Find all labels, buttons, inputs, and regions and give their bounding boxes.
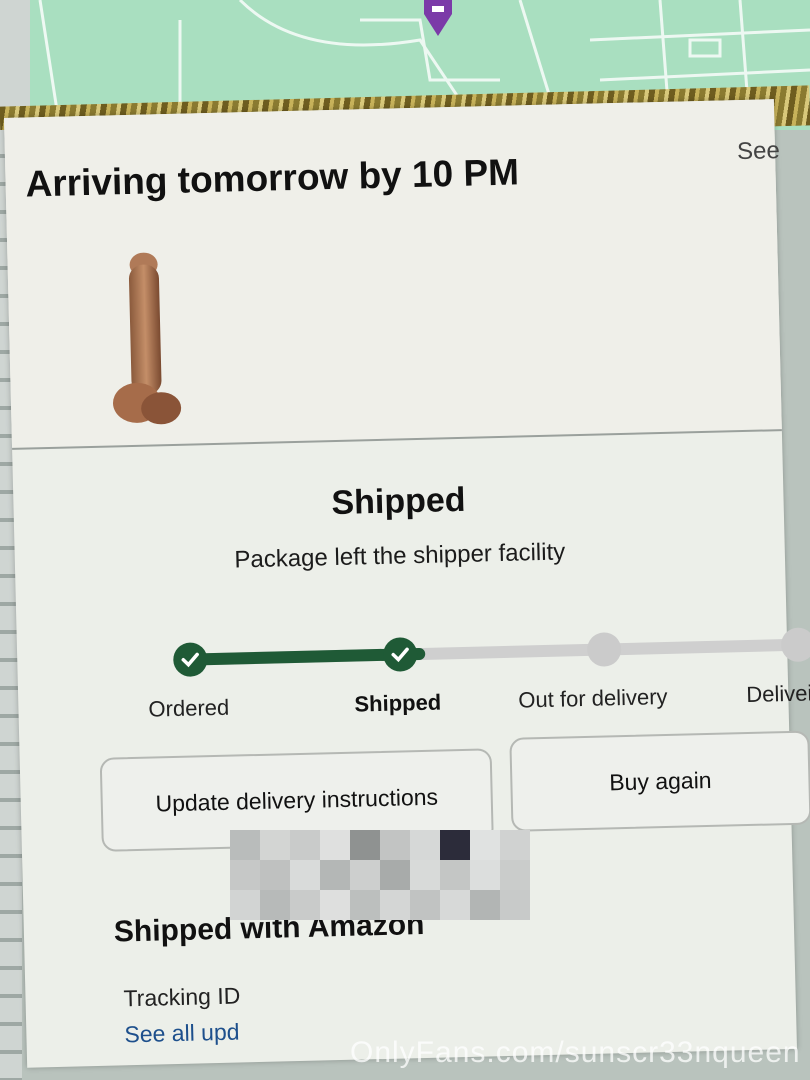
shipment-status-detail: Package left the shipper facility — [234, 538, 566, 574]
redacted-tracking-id — [230, 830, 560, 940]
step-label-shipped: Shipped — [354, 689, 442, 717]
see-all-updates-link[interactable]: See all upd — [124, 1019, 240, 1049]
see-details-link[interactable]: See — [737, 137, 780, 166]
delivery-progress-tracker — [172, 624, 810, 680]
step-label-ordered: Ordered — [148, 694, 230, 722]
step-label-delivered: Delivei — [746, 680, 810, 708]
step-node-ordered — [172, 642, 208, 678]
step-node-shipped — [382, 637, 418, 672]
tracking-id-label: Tracking ID — [123, 982, 241, 1012]
map-pin-icon[interactable] — [420, 0, 456, 40]
shipment-status-title: Shipped — [330, 480, 466, 523]
step-label-out-for-delivery: Out for delivery — [518, 683, 668, 713]
watermark: OnlyFans.com/sunscr33nqueen — [350, 1036, 801, 1069]
product-image[interactable] — [103, 252, 187, 434]
step-node-delivered — [780, 627, 810, 663]
check-icon — [391, 647, 409, 663]
step-node-out-for-delivery — [586, 632, 622, 667]
buy-again-button[interactable]: Buy again — [509, 730, 810, 832]
check-icon — [181, 652, 199, 668]
